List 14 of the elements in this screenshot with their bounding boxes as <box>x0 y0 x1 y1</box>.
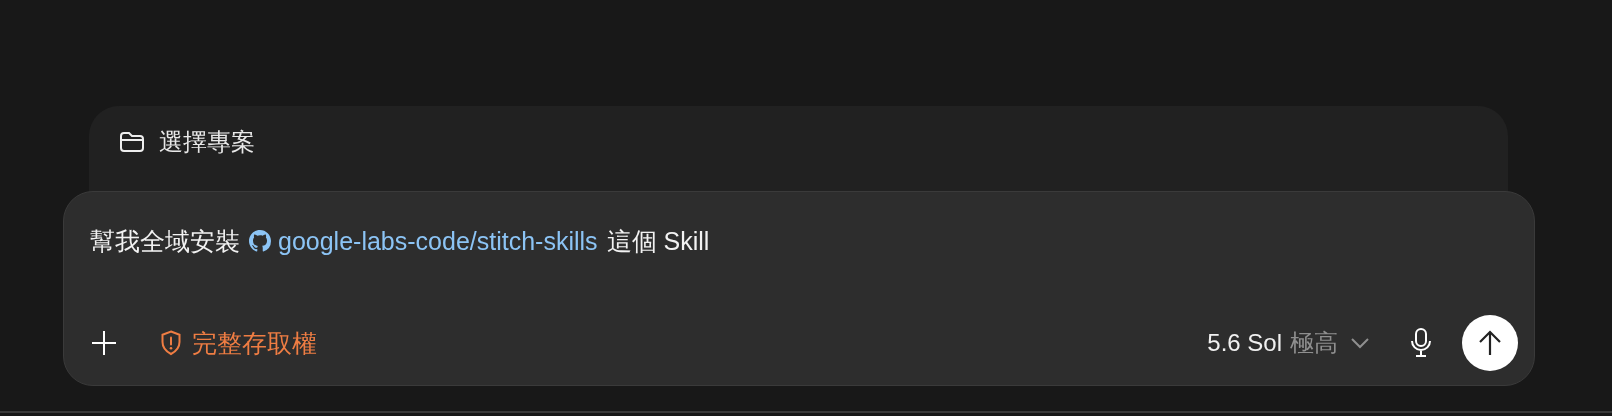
repository-link[interactable]: google-labs-code/stitch-skills <box>278 226 598 256</box>
add-icon[interactable] <box>90 329 118 357</box>
arrow-up-icon <box>1478 330 1502 356</box>
permission-button[interactable]: 完整存取權 <box>160 326 317 360</box>
folder-icon <box>119 131 145 153</box>
shield-alert-icon <box>160 330 182 356</box>
message-text: 幫我全域安裝 <box>90 226 240 256</box>
chevron-down-icon <box>1350 337 1370 349</box>
github-icon <box>249 230 271 252</box>
project-selector[interactable]: 選擇專案 <box>159 128 255 156</box>
message-text: 這個 Skill <box>606 226 710 256</box>
send-button[interactable] <box>1462 315 1518 371</box>
microphone-icon[interactable] <box>1410 328 1432 358</box>
model-selector[interactable]: 5.6 Sol 極高 <box>1207 327 1370 359</box>
